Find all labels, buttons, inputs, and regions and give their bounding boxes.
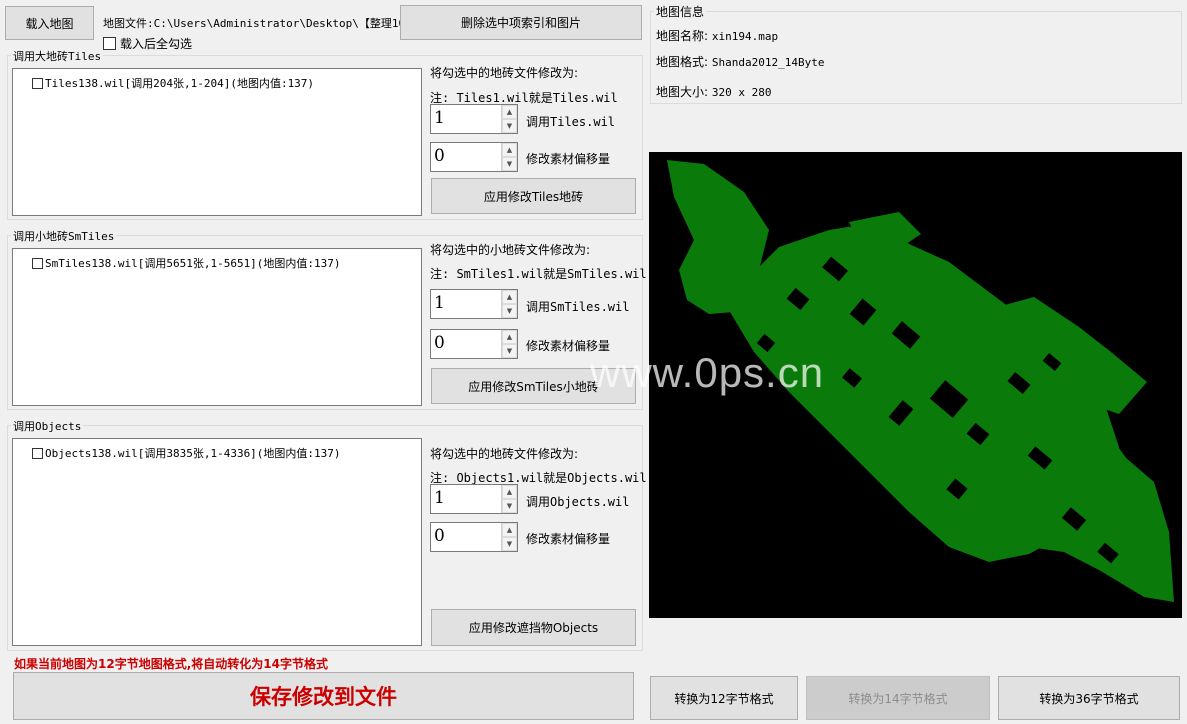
- save-to-file-button[interactable]: 保存修改到文件: [13, 672, 634, 720]
- stepper-arrows: ▲ ▼: [501, 485, 517, 513]
- objects-file-stepper[interactable]: ▲ ▼: [430, 484, 518, 514]
- objects-list-item-label: Objects138.wil[调用3835张,1-4336](地图内值:137): [45, 447, 341, 460]
- checkbox-box[interactable]: [32, 447, 43, 459]
- smtiles-list-item-label: SmTiles138.wil[调用5651张,1-5651](地图内值:137): [45, 257, 341, 270]
- map-size-label: 地图大小:: [656, 85, 709, 99]
- load-map-button[interactable]: 载入地图: [5, 6, 94, 40]
- stepper-down-icon[interactable]: ▼: [502, 304, 517, 318]
- objects-listbox[interactable]: Objects138.wil[调用3835张,1-4336](地图内值:137): [12, 438, 422, 646]
- stepper-arrows: ▲ ▼: [501, 290, 517, 318]
- tiles-file-stepper[interactable]: ▲ ▼: [430, 104, 518, 134]
- format-warning-text: 如果当前地图为12字节地图格式,将自动转化为14字节格式: [14, 657, 328, 671]
- stepper-down-icon[interactable]: ▼: [502, 119, 517, 133]
- list-item[interactable]: Objects138.wil[调用3835张,1-4336](地图内值:137): [32, 445, 341, 461]
- smtiles-file-stepper[interactable]: ▲ ▼: [430, 289, 518, 319]
- smtiles-file-label: 调用SmTiles.wil: [526, 300, 630, 314]
- stepper-up-icon[interactable]: ▲: [502, 290, 517, 304]
- objects-offset-label: 修改素材偏移量: [526, 532, 611, 546]
- map-file-path: 地图文件:C:\Users\Administrator\Desktop\【整理1…: [103, 17, 417, 30]
- map-format-value: Shanda2012_14Byte: [711, 56, 825, 69]
- tiles-offset-input[interactable]: [434, 146, 494, 166]
- list-item[interactable]: Tiles138.wil[调用204张,1-204](地图内值:137): [32, 75, 314, 91]
- map-name-row: 地图名称: xin194.map: [656, 27, 778, 44]
- tiles-file-label: 调用Tiles.wil: [526, 115, 616, 129]
- stepper-down-icon[interactable]: ▼: [502, 157, 517, 171]
- convert-14byte-button: 转换为14字节格式: [806, 676, 990, 720]
- smtiles-offset-input[interactable]: [434, 333, 494, 353]
- tiles-file-input[interactable]: [434, 108, 494, 128]
- map-name-value: xin194.map: [711, 30, 779, 43]
- stepper-down-icon[interactable]: ▼: [502, 537, 517, 551]
- objects-file-label: 调用Objects.wil: [526, 495, 630, 509]
- convert-12byte-button[interactable]: 转换为12字节格式: [650, 676, 798, 720]
- stepper-arrows: ▲ ▼: [501, 105, 517, 133]
- stepper-up-icon[interactable]: ▲: [502, 485, 517, 499]
- map-size-row: 地图大小: 320 x 280: [656, 83, 771, 100]
- tiles-group-title: 调用大地砖Tiles: [11, 48, 104, 64]
- smtiles-group-title: 调用小地砖SmTiles: [11, 228, 117, 244]
- smtiles-offset-stepper[interactable]: ▲ ▼: [430, 329, 518, 359]
- stepper-down-icon[interactable]: ▼: [502, 344, 517, 358]
- stepper-up-icon[interactable]: ▲: [502, 143, 517, 157]
- apply-tiles-button[interactable]: 应用修改Tiles地砖: [431, 178, 636, 214]
- objects-group-title: 调用Objects: [11, 418, 84, 434]
- smtiles-note: 注: SmTiles1.wil就是SmTiles.wil: [430, 267, 647, 281]
- map-format-label: 地图格式:: [656, 55, 709, 69]
- smtiles-listbox[interactable]: SmTiles138.wil[调用5651张,1-5651](地图内值:137): [12, 248, 422, 406]
- list-item[interactable]: SmTiles138.wil[调用5651张,1-5651](地图内值:137): [32, 255, 341, 271]
- stepper-down-icon[interactable]: ▼: [502, 499, 517, 513]
- map-name-label: 地图名称:: [656, 29, 709, 43]
- objects-file-input[interactable]: [434, 488, 494, 508]
- tiles-offset-label: 修改素材偏移量: [526, 152, 611, 166]
- stepper-up-icon[interactable]: ▲: [502, 330, 517, 344]
- tiles-listbox[interactable]: Tiles138.wil[调用204张,1-204](地图内值:137): [12, 68, 422, 216]
- convert-36byte-button[interactable]: 转换为36字节格式: [998, 676, 1180, 720]
- stepper-up-icon[interactable]: ▲: [502, 523, 517, 537]
- watermark-text: www.0ps.cn: [590, 349, 825, 396]
- tiles-list-item-label: Tiles138.wil[调用204张,1-204](地图内值:137): [45, 77, 315, 90]
- checkbox-box[interactable]: [32, 77, 43, 89]
- objects-offset-stepper[interactable]: ▲ ▼: [430, 522, 518, 552]
- select-all-after-load-checkbox[interactable]: 载入后全勾选: [103, 35, 192, 52]
- stepper-up-icon[interactable]: ▲: [502, 105, 517, 119]
- objects-offset-input[interactable]: [434, 526, 494, 546]
- map-info-group-title: 地图信息: [654, 3, 707, 20]
- apply-objects-button[interactable]: 应用修改遮挡物Objects: [431, 609, 636, 646]
- map-size-value: 320 x 280: [711, 86, 772, 99]
- stepper-arrows: ▲ ▼: [501, 143, 517, 171]
- smtiles-modify-heading: 将勾选中的小地砖文件修改为:: [430, 243, 591, 257]
- objects-modify-heading: 将勾选中的地砖文件修改为:: [430, 447, 579, 461]
- stepper-arrows: ▲ ▼: [501, 330, 517, 358]
- map-format-row: 地图格式: Shanda2012_14Byte: [656, 53, 824, 70]
- checkbox-box[interactable]: [103, 37, 116, 50]
- stepper-arrows: ▲ ▼: [501, 523, 517, 551]
- select-all-after-load-label: 载入后全勾选: [120, 37, 193, 51]
- checkbox-box[interactable]: [32, 257, 43, 269]
- tiles-offset-stepper[interactable]: ▲ ▼: [430, 142, 518, 172]
- smtiles-file-input[interactable]: [434, 293, 494, 313]
- delete-selected-button[interactable]: 删除选中项索引和图片: [400, 5, 642, 40]
- tiles-modify-heading: 将勾选中的地砖文件修改为:: [430, 66, 579, 80]
